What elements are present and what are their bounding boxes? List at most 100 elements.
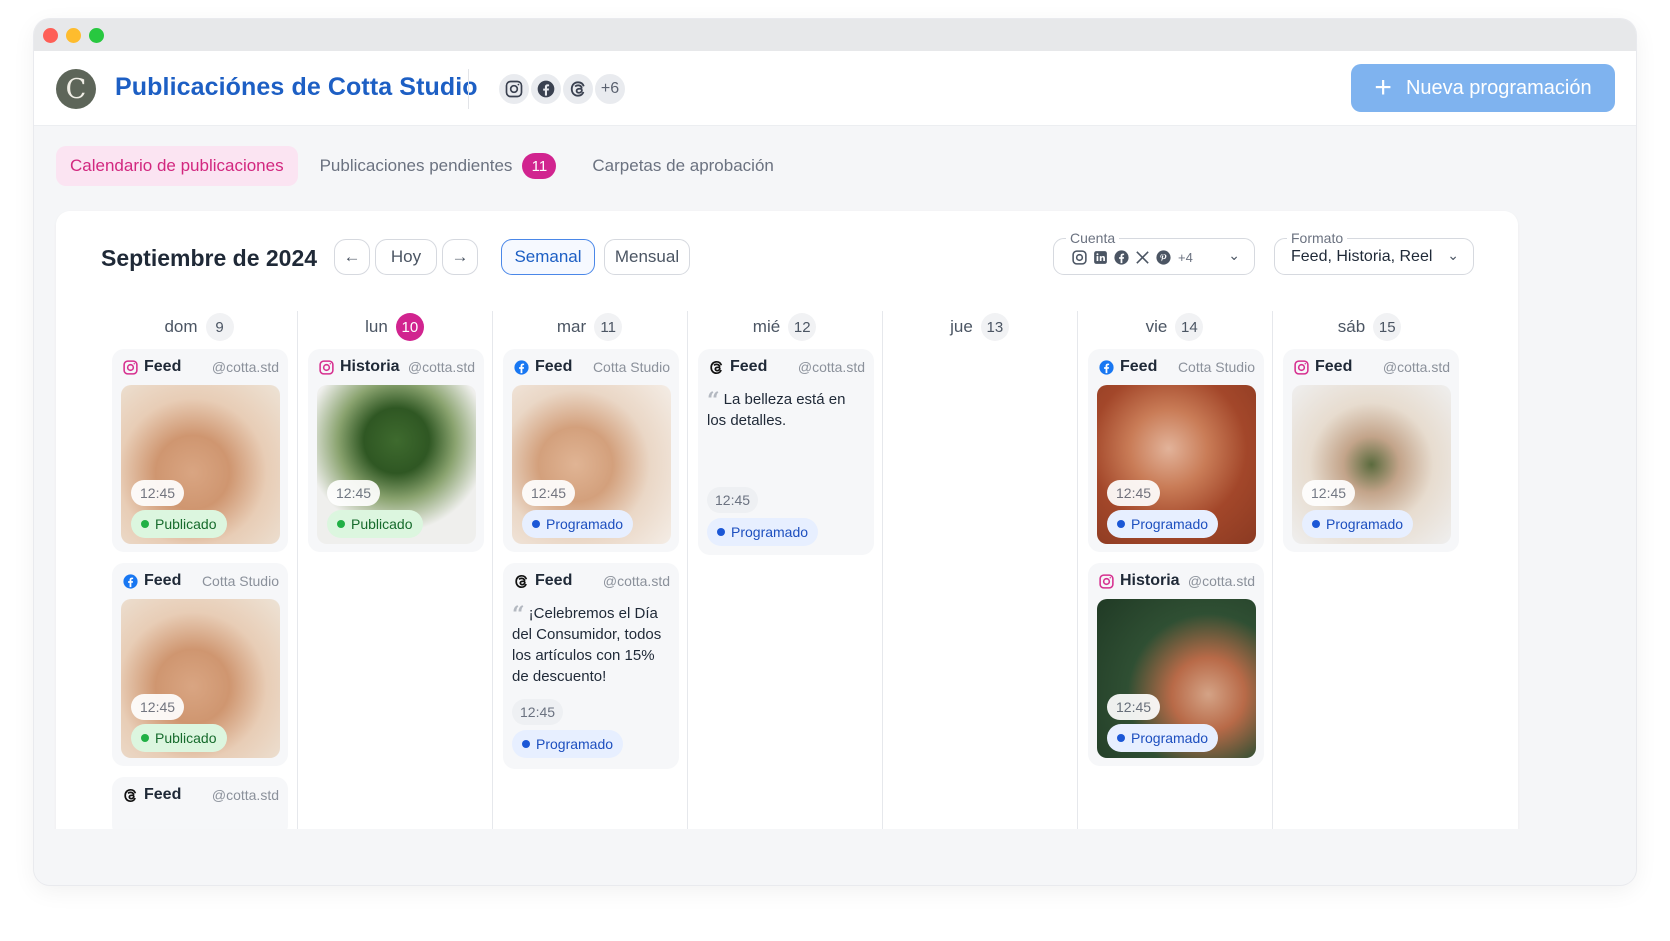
prev-week-button[interactable]: ← bbox=[334, 239, 370, 275]
post-account: Cotta Studio bbox=[201, 573, 279, 589]
day-number: 9 bbox=[205, 313, 234, 341]
instagram-icon bbox=[121, 358, 139, 376]
post-time: 12:45 bbox=[512, 699, 564, 725]
post-format: Historia bbox=[1120, 572, 1180, 589]
tab-approval-folders[interactable]: Carpetas de aprobación bbox=[578, 146, 787, 186]
facebook-icon bbox=[1112, 248, 1130, 266]
tab-calendar-label: Calendario de publicaciones bbox=[70, 156, 284, 175]
post-format: Feed bbox=[144, 786, 182, 803]
status-badge: Publicado bbox=[327, 510, 423, 538]
post-card[interactable]: Feed @cotta.std “La belleza está en los d… bbox=[698, 349, 874, 555]
post-format: Feed bbox=[144, 572, 182, 589]
header-divider bbox=[468, 69, 469, 109]
post-image: 12:45 Publicado bbox=[121, 599, 280, 758]
day-name: mié bbox=[752, 317, 781, 336]
app-header: C Publicaciónes de Cotta Studio +6 + Nue… bbox=[34, 51, 1636, 126]
post-time: 12:45 bbox=[1107, 480, 1161, 506]
day-name: vie bbox=[1145, 317, 1168, 336]
post-time: 12:45 bbox=[131, 694, 185, 720]
weekly-view-button[interactable]: Semanal bbox=[501, 239, 595, 275]
status-badge: Programado bbox=[512, 730, 624, 758]
day-header: sáb 15 bbox=[1273, 311, 1466, 343]
post-account: @cotta.std bbox=[602, 573, 670, 589]
post-card[interactable]: Feed Cotta Studio 12:45 Programado bbox=[503, 349, 679, 552]
post-time: 12:45 bbox=[327, 480, 381, 506]
post-card[interactable]: Feed @cotta.std bbox=[112, 777, 288, 837]
day-name: sáb bbox=[1337, 317, 1366, 336]
close-window-button[interactable] bbox=[43, 27, 58, 43]
day-header: lun 10 bbox=[298, 311, 491, 343]
post-card[interactable]: Historia @cotta.std 12:45 Publicado bbox=[308, 349, 484, 552]
quote-icon: “ bbox=[707, 388, 720, 414]
connected-networks[interactable]: +6 bbox=[497, 72, 627, 106]
calendar-card: Septiembre de 2024 ← Hoy → Semanal Mensu… bbox=[56, 211, 1518, 885]
facebook-icon bbox=[1097, 358, 1115, 376]
day-name: mar bbox=[556, 317, 587, 336]
post-image: 12:45 Programado bbox=[512, 385, 671, 544]
tab-approval-label: Carpetas de aprobación bbox=[592, 156, 774, 175]
tab-pending-label: Publicaciones pendientes bbox=[319, 156, 513, 175]
facebook-icon bbox=[512, 358, 530, 376]
post-card[interactable]: Historia @cotta.std 12:45 Programado bbox=[1088, 563, 1264, 766]
post-account: @cotta.std bbox=[211, 359, 279, 375]
account-filter[interactable]: Cuenta +4 ⌄ bbox=[1053, 230, 1255, 275]
post-image: 12:45 Programado bbox=[1097, 385, 1256, 544]
post-card[interactable]: Feed Cotta Studio 12:45 Programado bbox=[1088, 349, 1264, 552]
day-column-tue: mar 11 Feed Cotta Studio 12:45 Programado … bbox=[492, 311, 686, 871]
month-title: Septiembre de 2024 bbox=[101, 245, 318, 271]
instagram-icon bbox=[1070, 248, 1088, 266]
post-card[interactable]: Feed @cotta.std “¡Celebremos el Día del C… bbox=[503, 563, 679, 769]
day-name: dom bbox=[164, 317, 198, 336]
instagram-icon bbox=[497, 72, 531, 106]
minimize-window-button[interactable] bbox=[66, 27, 81, 43]
day-header: mié 12 bbox=[688, 311, 881, 343]
account-filter-value: +4 bbox=[1070, 248, 1193, 266]
tab-calendar[interactable]: Calendario de publicaciones bbox=[56, 146, 298, 186]
day-name: lun bbox=[365, 317, 388, 336]
post-time: 12:45 bbox=[131, 480, 185, 506]
status-badge: Publicado bbox=[131, 510, 227, 538]
facebook-icon bbox=[529, 72, 563, 106]
post-format: Feed bbox=[730, 358, 768, 375]
post-account: @cotta.std bbox=[797, 359, 865, 375]
post-card[interactable]: Feed @cotta.std 12:45 Publicado bbox=[112, 349, 288, 552]
post-image: 12:45 Publicado bbox=[317, 385, 476, 544]
day-column-thu: jue 13 bbox=[882, 311, 1076, 871]
chevron-down-icon: ⌄ bbox=[1228, 247, 1240, 263]
threads-icon bbox=[121, 786, 139, 804]
monthly-view-button[interactable]: Mensual bbox=[604, 239, 690, 275]
plus-icon: + bbox=[1374, 71, 1392, 104]
window-titlebar bbox=[34, 19, 1636, 51]
post-account: @cotta.std bbox=[211, 787, 279, 803]
post-card[interactable]: Feed Cotta Studio 12:45 Publicado bbox=[112, 563, 288, 766]
arrow-right-icon: → bbox=[451, 247, 469, 266]
main-tabs: Calendario de publicaciones Publicacione… bbox=[56, 146, 796, 186]
day-header: jue 13 bbox=[883, 311, 1076, 343]
today-button[interactable]: Hoy bbox=[375, 239, 437, 275]
day-number-today: 10 bbox=[395, 313, 424, 341]
post-time: 12:45 bbox=[522, 480, 576, 506]
day-column-sun: dom 9 Feed @cotta.std 12:45 Publicado Feed… bbox=[102, 311, 296, 871]
day-header: mar 11 bbox=[493, 311, 686, 343]
new-schedule-label: Nueva programación bbox=[1405, 76, 1592, 99]
post-card[interactable]: Feed @cotta.std 12:45 Programado bbox=[1283, 349, 1459, 552]
pending-count-badge: 11 bbox=[522, 153, 557, 179]
next-week-button[interactable]: → bbox=[442, 239, 478, 275]
tab-pending[interactable]: Publicaciones pendientes 11 bbox=[306, 146, 571, 186]
status-badge: Programado bbox=[522, 510, 634, 538]
maximize-window-button[interactable] bbox=[89, 27, 104, 43]
day-column-sat: sáb 15 Feed @cotta.std 12:45 Programado bbox=[1272, 311, 1466, 871]
post-account: @cotta.std bbox=[1187, 573, 1255, 589]
instagram-icon bbox=[1097, 572, 1115, 590]
new-schedule-button[interactable]: + Nueva programación bbox=[1351, 64, 1615, 112]
post-format: Feed bbox=[1120, 358, 1158, 375]
format-filter[interactable]: Formato Feed, Historia, Reel ⌄ bbox=[1274, 230, 1474, 275]
post-format: Feed bbox=[1315, 358, 1353, 375]
window-bottom-edge bbox=[34, 829, 1636, 885]
day-column-mon: lun 10 Historia @cotta.std 12:45 Publicado bbox=[297, 311, 491, 871]
day-column-fri: vie 14 Feed Cotta Studio 12:45 Programado … bbox=[1077, 311, 1271, 871]
post-time: 12:45 bbox=[707, 487, 759, 513]
day-header: dom 9 bbox=[102, 311, 296, 343]
post-account: @cotta.std bbox=[1382, 359, 1450, 375]
day-header: vie 14 bbox=[1078, 311, 1271, 343]
